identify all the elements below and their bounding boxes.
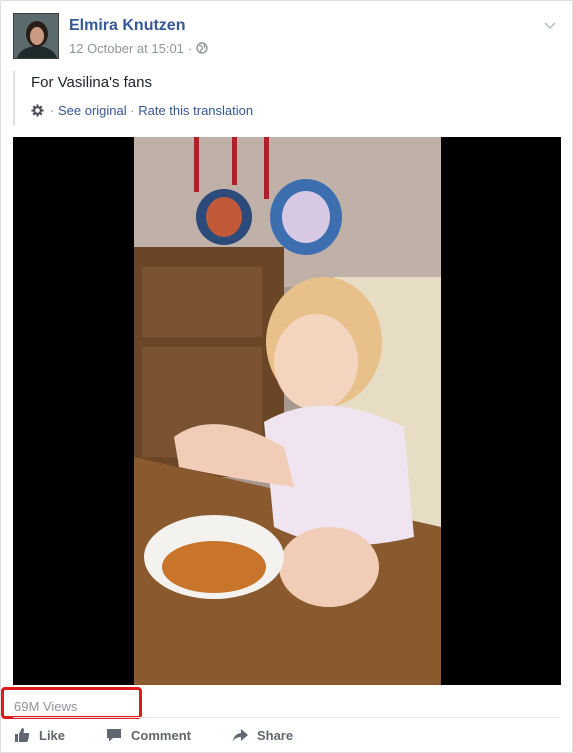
post-timestamp[interactable]: 12 October at 15:01: [69, 41, 184, 56]
gear-icon[interactable]: [31, 104, 44, 117]
share-label: Share: [256, 727, 294, 743]
avatar[interactable]: [13, 13, 59, 59]
like-button[interactable]: Like: [13, 720, 65, 750]
view-count: 69M Views: [1, 687, 142, 719]
action-bar: Like Comment Share: [13, 720, 560, 750]
translate-separator-1: ·: [50, 103, 55, 118]
thumbs-up-icon: [15, 728, 30, 742]
see-original-link[interactable]: See original: [58, 103, 127, 118]
candle: [232, 137, 237, 185]
post-card: Elmira Knutzen 12 October at 15:01 · For …: [0, 0, 573, 753]
author-name[interactable]: Elmira Knutzen: [69, 17, 185, 35]
post-message: For Vasilina's fans: [31, 74, 152, 91]
chevron-down-icon[interactable]: [542, 17, 558, 33]
divider: [13, 717, 560, 718]
post-text: For Vasilina's fans · See original · Rat…: [13, 71, 560, 125]
meta-separator: ·: [187, 41, 193, 56]
comment-button[interactable]: Comment: [105, 720, 191, 750]
comment-icon: [107, 729, 122, 742]
share-button[interactable]: Share: [231, 720, 293, 750]
avatar-photo: [14, 14, 58, 58]
video-player[interactable]: [13, 137, 561, 685]
like-label: Like: [39, 727, 66, 743]
post-meta: 12 October at 15:01 ·: [69, 41, 208, 56]
translation-bar: · See original · Rate this translation: [31, 103, 253, 118]
globe-icon[interactable]: [196, 42, 208, 54]
candle: [194, 137, 199, 192]
candle: [264, 137, 269, 199]
post-header: Elmira Knutzen 12 October at 15:01 ·: [13, 13, 560, 61]
share-icon: [232, 729, 248, 741]
video-frame: [134, 137, 441, 685]
translate-separator-2: ·: [130, 103, 135, 118]
rate-translation-link[interactable]: Rate this translation: [138, 103, 253, 118]
comment-label: Comment: [131, 727, 191, 743]
